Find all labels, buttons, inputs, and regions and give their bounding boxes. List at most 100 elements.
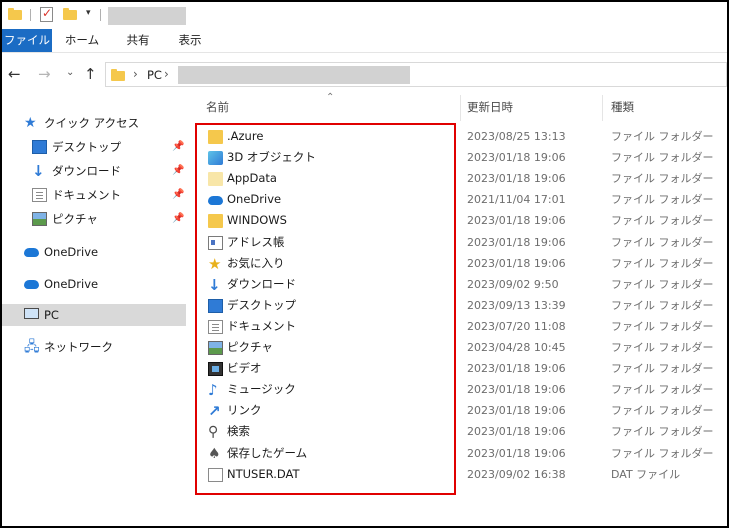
file-type: ファイル フォルダー	[611, 446, 714, 460]
file-type: ファイル フォルダー	[611, 256, 714, 270]
file-modified-date: 2023/01/18 19:06	[467, 383, 566, 397]
toolbar-separator	[30, 9, 31, 21]
file-type: ファイル フォルダー	[611, 172, 714, 186]
file-modified-date: 2023/01/18 19:06	[467, 404, 566, 418]
breadcrumb-pc[interactable]: PC	[147, 68, 162, 82]
file-modified-date: 2023/01/18 19:06	[467, 446, 566, 460]
tab-view[interactable]: 表示	[172, 29, 208, 52]
nav-item-network[interactable]: 🖧 ネットワーク	[24, 336, 184, 358]
address-bar[interactable]: › PC ›	[105, 62, 727, 87]
recent-locations-chevron-icon[interactable]: ⌄	[66, 67, 74, 78]
file-name: ビデオ	[227, 361, 262, 376]
file-row[interactable]: WINDOWS 2023/01/18 19:06 ファイル フォルダー	[196, 210, 716, 231]
file-name: デスクトップ	[227, 297, 296, 312]
file-type: ファイル フォルダー	[611, 383, 714, 397]
column-header-type[interactable]: 種類	[611, 95, 721, 119]
title-bar: ▾	[2, 2, 727, 29]
back-arrow-icon[interactable]: ←	[8, 65, 21, 83]
folder-icon	[8, 8, 22, 20]
music-icon: ♪	[208, 381, 218, 400]
file-type: ファイル フォルダー	[611, 214, 714, 228]
file-row[interactable]: ピクチャ 2023/04/28 10:45 ファイル フォルダー	[196, 337, 716, 358]
file-row[interactable]: ♠ 保存したゲーム 2023/01/18 19:06 ファイル フォルダー	[196, 443, 716, 464]
file-modified-date: 2023/07/20 11:08	[467, 319, 566, 333]
file-modified-date: 2023/01/18 19:06	[467, 151, 566, 165]
folder-icon	[208, 130, 223, 144]
file-modified-date: 2023/01/18 19:06	[467, 235, 566, 249]
file-modified-date: 2023/01/18 19:06	[467, 214, 566, 228]
file-name: アドレス帳	[227, 234, 285, 249]
file-type: ファイル フォルダー	[611, 404, 714, 418]
column-header-modified[interactable]: 更新日時	[467, 95, 597, 119]
nav-label: OneDrive	[44, 277, 99, 291]
navigation-pane: ★ クイック アクセス デスクトップ 📌 ↓ ダウンロード 📌 ドキュメント 📌…	[2, 95, 186, 526]
pin-icon: 📌	[172, 189, 185, 200]
nav-label: OneDrive	[44, 245, 99, 259]
nav-item-documents[interactable]: ドキュメント 📌	[32, 184, 184, 206]
nav-item-pictures[interactable]: ピクチャ 📌	[32, 208, 184, 230]
nav-item-desktop[interactable]: デスクトップ 📌	[32, 136, 184, 158]
file-row[interactable]: OneDrive 2021/11/04 17:01 ファイル フォルダー	[196, 189, 716, 210]
navigation-bar: ← → ⌄ ↑ › PC ›	[2, 53, 727, 95]
forward-arrow-icon[interactable]: →	[38, 65, 51, 83]
pin-icon: 📌	[172, 141, 185, 152]
nav-label: クイック アクセス	[44, 116, 140, 130]
tab-file[interactable]: ファイル	[2, 29, 52, 52]
file-row[interactable]: ★ お気に入り 2023/01/18 19:06 ファイル フォルダー	[196, 253, 716, 274]
chevron-right-icon[interactable]: ›	[133, 67, 138, 81]
file-row[interactable]: ↓ ダウンロード 2023/09/02 9:50 ファイル フォルダー	[196, 274, 716, 295]
file-name: リンク	[227, 403, 262, 418]
file-row[interactable]: ↗ リンク 2023/01/18 19:06 ファイル フォルダー	[196, 400, 716, 421]
file-row[interactable]: 3D オブジェクト 2023/01/18 19:06 ファイル フォルダー	[196, 147, 716, 168]
toolbar-separator	[100, 9, 101, 21]
nav-item-downloads[interactable]: ↓ ダウンロード 📌	[32, 160, 184, 182]
file-modified-date: 2023/01/18 19:06	[467, 172, 566, 186]
column-header-name[interactable]: 名前	[206, 95, 456, 119]
properties-icon[interactable]	[40, 6, 53, 22]
searches-icon: ⚲	[208, 424, 219, 441]
file-name: OneDrive	[227, 192, 282, 207]
customize-toolbar-icon[interactable]: ▾	[86, 8, 91, 18]
nav-label: ダウンロード	[52, 164, 121, 178]
nav-item-onedrive-1[interactable]: OneDrive	[24, 241, 184, 263]
file-row[interactable]: AppData 2023/01/18 19:06 ファイル フォルダー	[196, 168, 716, 189]
file-name: ドキュメント	[227, 318, 296, 333]
nav-label: デスクトップ	[52, 140, 121, 154]
file-type: ファイル フォルダー	[611, 319, 714, 333]
file-type: ファイル フォルダー	[611, 298, 714, 312]
download-icon: ↓	[208, 275, 221, 294]
folder-icon	[208, 172, 223, 187]
file-type: ファイル フォルダー	[611, 362, 714, 376]
file-modified-date: 2023/08/25 13:13	[467, 130, 566, 143]
file-icon	[208, 467, 223, 482]
file-row[interactable]: .Azure 2023/08/25 13:13 ファイル フォルダー	[196, 126, 716, 147]
file-row[interactable]: デスクトップ 2023/09/13 13:39 ファイル フォルダー	[196, 295, 716, 316]
pictures-icon	[208, 341, 223, 355]
file-modified-date: 2021/11/04 17:01	[467, 193, 566, 207]
column-separator[interactable]	[460, 95, 461, 121]
file-row[interactable]: ビデオ 2023/01/18 19:06 ファイル フォルダー	[196, 358, 716, 379]
tab-home[interactable]: ホーム	[62, 29, 102, 52]
nav-label: ドキュメント	[52, 188, 121, 202]
file-name: お気に入り	[227, 255, 285, 270]
breadcrumb-redacted	[178, 66, 410, 84]
file-name: WINDOWS	[227, 213, 287, 228]
pictures-icon	[32, 212, 47, 226]
new-folder-icon[interactable]	[63, 8, 77, 20]
contacts-icon	[208, 235, 223, 250]
nav-item-onedrive-2[interactable]: OneDrive	[24, 273, 184, 295]
links-icon: ↗	[208, 402, 221, 421]
tab-share[interactable]: 共有	[120, 29, 156, 52]
file-row[interactable]: ⚲ 検索 2023/01/18 19:06 ファイル フォルダー	[196, 421, 716, 442]
column-separator[interactable]	[602, 95, 603, 121]
file-modified-date: 2023/09/02 16:38	[467, 467, 566, 481]
file-row[interactable]: NTUSER.DAT 2023/09/02 16:38 DAT ファイル	[196, 464, 716, 485]
file-row[interactable]: アドレス帳 2023/01/18 19:06 ファイル フォルダー	[196, 232, 716, 253]
nav-quick-access[interactable]: ★ クイック アクセス	[24, 112, 184, 134]
file-type: ファイル フォルダー	[611, 151, 714, 165]
nav-item-pc[interactable]: PC	[2, 304, 186, 326]
chevron-right-icon[interactable]: ›	[164, 67, 169, 81]
file-row[interactable]: ♪ ミュージック 2023/01/18 19:06 ファイル フォルダー	[196, 379, 716, 400]
up-arrow-icon[interactable]: ↑	[84, 65, 97, 83]
file-row[interactable]: ドキュメント 2023/07/20 11:08 ファイル フォルダー	[196, 316, 716, 337]
